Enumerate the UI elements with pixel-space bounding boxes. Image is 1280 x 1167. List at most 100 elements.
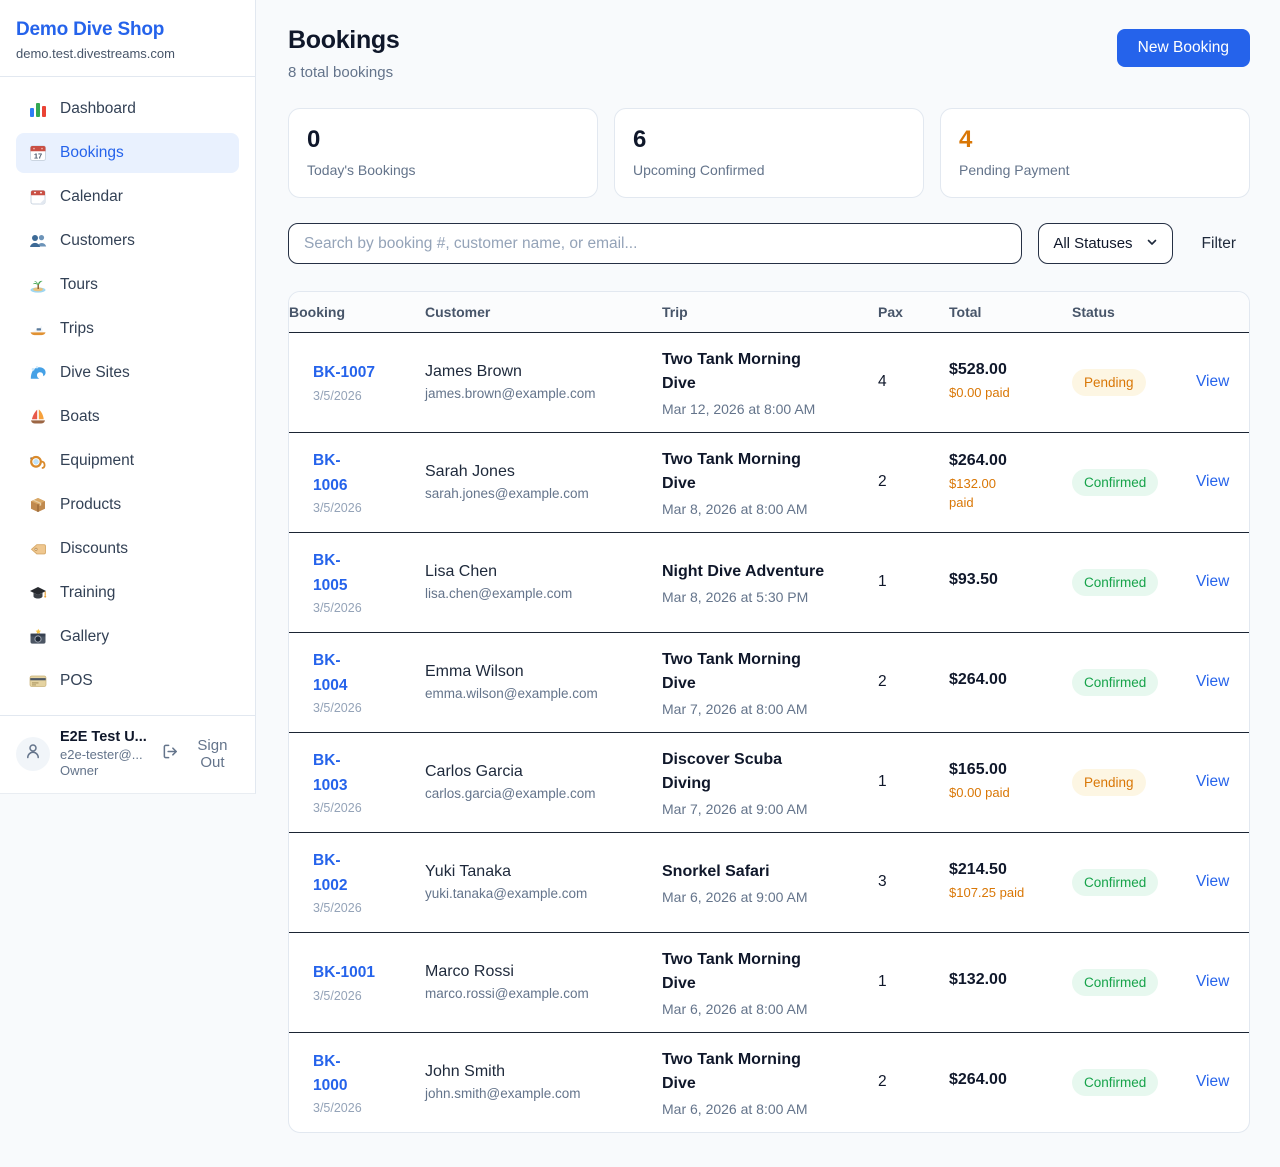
sidebar-item-products[interactable]: Products (16, 485, 239, 525)
status-badge: Confirmed (1072, 969, 1158, 996)
sign-out-button[interactable]: Sign Out (162, 737, 239, 771)
table-header-row: BookingCustomerTripPaxTotalStatus (289, 292, 1249, 332)
pax-count: 2 (878, 1032, 949, 1132)
column-header: Total (949, 292, 1072, 332)
customer-email: emma.wilson@example.com (425, 686, 652, 701)
speedboat-icon (28, 320, 48, 338)
table-row: BK- 1005 3/5/2026 Lisa Chen lisa.chen@ex… (289, 532, 1249, 632)
user-role: Owner (60, 763, 152, 778)
view-link[interactable]: View (1196, 673, 1229, 690)
trip-name: Discover Scuba Diving (662, 748, 868, 796)
customer-name: Emma Wilson (425, 663, 652, 681)
calendar-date-icon: 17 (28, 144, 48, 162)
trip-name: Night Dive Adventure (662, 560, 868, 584)
customer-name: James Brown (425, 363, 652, 381)
booking-date: 3/5/2026 (313, 601, 415, 615)
bookings-table: BookingCustomerTripPaxTotalStatus BK-100… (289, 292, 1249, 1132)
pax-count: 2 (878, 632, 949, 732)
sidebar-item-boats[interactable]: Boats (16, 397, 239, 437)
customer-email: sarah.jones@example.com (425, 486, 652, 501)
sidebar-item-bookings[interactable]: 17 Bookings (16, 133, 239, 173)
booking-id-link[interactable]: BK- 1002 (313, 849, 415, 897)
total-amount: $214.50 (949, 861, 1062, 879)
view-link[interactable]: View (1196, 473, 1229, 490)
sidebar-item-gallery[interactable]: Gallery (16, 617, 239, 657)
sidebar-item-label: Calendar (60, 188, 123, 206)
new-booking-button[interactable]: New Booking (1117, 29, 1250, 67)
customer-email: james.brown@example.com (425, 386, 652, 401)
search-input[interactable] (288, 223, 1022, 264)
booking-id-link[interactable]: BK- 1006 (313, 449, 415, 497)
booking-id-link[interactable]: BK-1001 (313, 961, 415, 985)
pax-count: 1 (878, 932, 949, 1032)
camera-icon (28, 628, 48, 646)
tag-icon (28, 540, 48, 558)
paid-amount: $132.00 paid (949, 475, 1062, 513)
trip-name: Two Tank Morning Dive (662, 348, 868, 396)
person-icon (24, 742, 42, 765)
booking-id-link[interactable]: BK- 1003 (313, 749, 415, 797)
stat-value: 6 (633, 126, 905, 154)
stat-card: 6 Upcoming Confirmed (614, 108, 924, 198)
user-name: E2E Test U... (60, 729, 152, 745)
sidebar-item-label: Customers (60, 232, 135, 250)
column-header: Booking (289, 292, 425, 332)
avatar (16, 737, 50, 771)
booking-id-link[interactable]: BK- 1004 (313, 649, 415, 697)
paid-amount: $107.25 paid (949, 884, 1062, 903)
status-badge: Confirmed (1072, 569, 1158, 596)
status-badge: Confirmed (1072, 1069, 1158, 1096)
booking-id-link[interactable]: BK- 1005 (313, 549, 415, 597)
sidebar-item-label: Dive Sites (60, 364, 130, 382)
trip-name: Two Tank Morning Dive (662, 948, 868, 996)
sidebar-item-calendar[interactable]: Calendar (16, 177, 239, 217)
brand: Demo Dive Shop demo.test.divestreams.com (0, 0, 255, 77)
booking-id-link[interactable]: BK-1007 (313, 361, 415, 385)
table-row: BK- 1004 3/5/2026 Emma Wilson emma.wilso… (289, 632, 1249, 732)
sidebar-item-tours[interactable]: Tours (16, 265, 239, 305)
brand-name: Demo Dive Shop (16, 19, 239, 41)
sidebar-item-dashboard[interactable]: Dashboard (16, 89, 239, 129)
customer-name: Sarah Jones (425, 463, 652, 481)
trip-name: Snorkel Safari (662, 860, 868, 884)
stat-label: Pending Payment (959, 162, 1231, 178)
booking-id-link[interactable]: BK- 1000 (313, 1050, 415, 1098)
stat-value: 0 (307, 126, 579, 154)
pax-count: 4 (878, 332, 949, 432)
view-link[interactable]: View (1196, 873, 1229, 890)
view-link[interactable]: View (1196, 373, 1229, 390)
sidebar-item-training[interactable]: Training (16, 573, 239, 613)
page-title: Bookings (288, 26, 400, 55)
page-header: Bookings 8 total bookings New Booking (288, 26, 1250, 81)
sidebar-item-pos[interactable]: POS (16, 661, 239, 701)
sidebar-nav: Dashboard 17 Bookings Calendar Customers (0, 77, 255, 715)
filter-button[interactable]: Filter (1202, 235, 1236, 253)
status-filter-select[interactable]: All Statuses (1038, 223, 1172, 264)
total-amount: $264.00 (949, 671, 1062, 689)
sidebar-item-label: Products (60, 496, 121, 514)
island-icon (28, 276, 48, 294)
view-link[interactable]: View (1196, 773, 1229, 790)
view-link[interactable]: View (1196, 573, 1229, 590)
trip-datetime: Mar 6, 2026 at 8:00 AM (662, 1001, 868, 1017)
view-link[interactable]: View (1196, 1073, 1229, 1090)
sidebar-item-trips[interactable]: Trips (16, 309, 239, 349)
status-badge: Pending (1072, 369, 1146, 396)
sidebar-item-label: POS (60, 672, 93, 690)
booking-date: 3/5/2026 (313, 901, 415, 915)
bookings-table-card: BookingCustomerTripPaxTotalStatus BK-100… (288, 291, 1250, 1133)
sidebar-item-equipment[interactable]: Equipment (16, 441, 239, 481)
total-amount: $165.00 (949, 761, 1062, 779)
sidebar-item-dive-sites[interactable]: Dive Sites (16, 353, 239, 393)
trip-datetime: Mar 7, 2026 at 8:00 AM (662, 701, 868, 717)
sidebar-item-discounts[interactable]: Discounts (16, 529, 239, 569)
sidebar-item-customers[interactable]: Customers (16, 221, 239, 261)
pax-count: 3 (878, 832, 949, 932)
people-icon (28, 232, 48, 250)
view-link[interactable]: View (1196, 973, 1229, 990)
trip-datetime: Mar 6, 2026 at 8:00 AM (662, 1101, 868, 1117)
table-row: BK- 1006 3/5/2026 Sarah Jones sarah.jone… (289, 432, 1249, 532)
trip-name: Two Tank Morning Dive (662, 448, 868, 496)
paid-amount: $0.00 paid (949, 784, 1062, 803)
sailboat-icon (28, 408, 48, 426)
